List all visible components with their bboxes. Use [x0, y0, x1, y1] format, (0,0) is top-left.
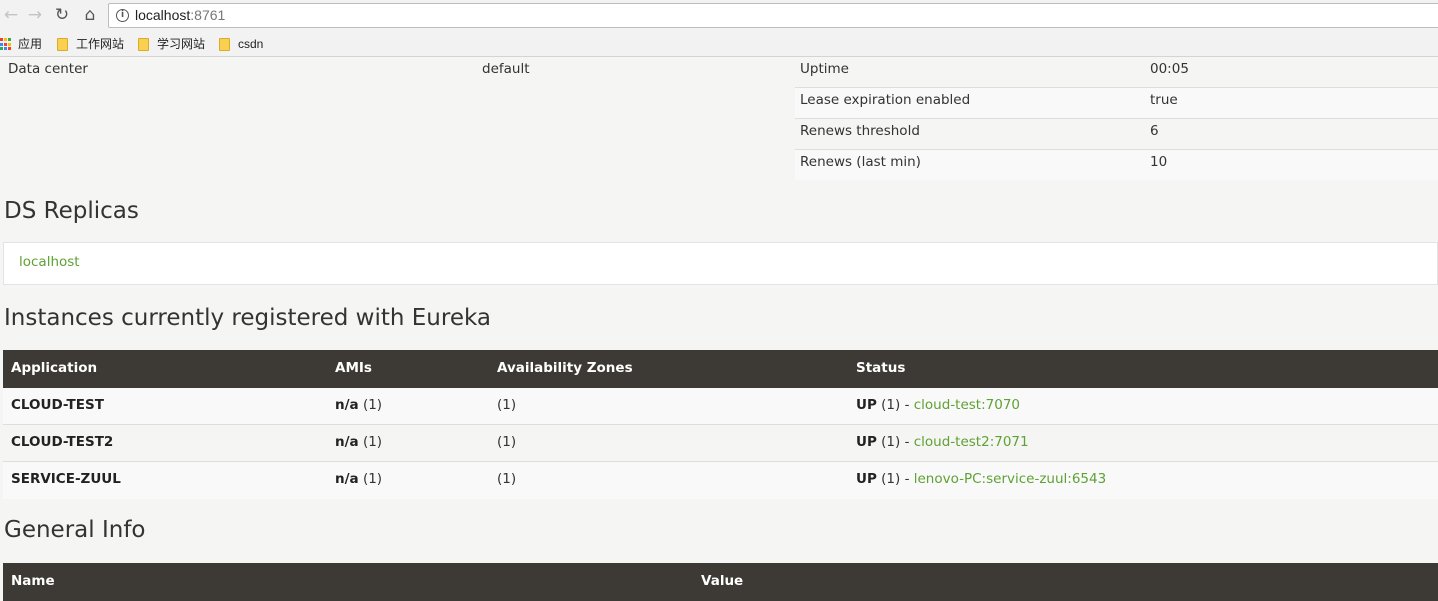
instances-table: Application AMIs Availability Zones Stat… — [3, 350, 1438, 499]
status-value: 00:05 — [1150, 61, 1189, 77]
status-row: Renews threshold 6 — [795, 119, 1438, 150]
ds-replicas-list: localhost — [3, 242, 1438, 285]
amis-cell: n/a (1) — [335, 397, 383, 413]
info-icon[interactable]: i — [116, 9, 129, 22]
bookmark-label: 学习网站 — [157, 37, 206, 51]
instance-link[interactable]: lenovo-PC:service-zuul:6543 — [914, 471, 1106, 487]
status-cell: UP (1) - cloud-test:7070 — [856, 397, 1021, 413]
status-row: Lease expiration enabled true — [795, 88, 1438, 119]
column-header-value: Value — [701, 573, 744, 589]
status-cell: UP (1) - cloud-test2:7071 — [856, 434, 1029, 450]
apps-grid-icon — [0, 38, 13, 51]
instance-link[interactable]: cloud-test2:7071 — [914, 434, 1029, 450]
instance-link[interactable]: cloud-test:7070 — [914, 397, 1020, 413]
eureka-dashboard: Data center default Uptime 00:05 Lease e… — [0, 57, 1438, 601]
home-icon[interactable]: ⌂ — [79, 4, 101, 26]
status-row: Uptime 00:05 — [795, 57, 1438, 88]
status-value: 6 — [1150, 123, 1159, 139]
status-key: Uptime — [800, 61, 849, 77]
bookmarks-bar: 应用 工作网站 学习网站 csdn — [0, 31, 1438, 57]
reload-icon[interactable]: ↻ — [51, 4, 73, 26]
table-header: Name Value — [3, 563, 1438, 601]
application-name: CLOUD-TEST2 — [11, 434, 114, 450]
table-row: SERVICE-ZUUL n/a (1) (1) UP (1) - lenovo… — [3, 462, 1438, 499]
table-row: CLOUD-TEST2 n/a (1) (1) UP (1) - cloud-t… — [3, 425, 1438, 462]
back-arrow-icon[interactable]: ← — [0, 4, 22, 26]
bookmark-label: csdn — [238, 37, 264, 51]
status-key: Data center — [8, 61, 88, 77]
column-header-application: Application — [11, 360, 98, 376]
status-value: true — [1150, 92, 1178, 108]
status-row-data-center: Data center default — [0, 57, 795, 87]
zones-cell: (1) — [497, 434, 517, 450]
application-name: CLOUD-TEST — [11, 397, 104, 413]
amis-cell: n/a (1) — [335, 434, 383, 450]
column-header-status: Status — [856, 360, 906, 376]
status-row: Renews (last min) 10 — [795, 150, 1438, 180]
status-key: Renews (last min) — [800, 154, 921, 170]
instances-heading: Instances currently registered with Eure… — [4, 305, 491, 331]
browser-toolbar: ← → ↻ ⌂ i localhost:8761 — [0, 0, 1438, 31]
column-header-zones: Availability Zones — [497, 360, 633, 376]
bookmark-label: 工作网站 — [76, 37, 125, 51]
ds-replicas-heading: DS Replicas — [4, 198, 139, 224]
amis-cell: n/a (1) — [335, 471, 383, 487]
address-bar[interactable]: i localhost:8761 — [108, 3, 1438, 28]
folder-icon — [219, 38, 230, 51]
status-value: default — [482, 61, 530, 77]
folder-icon — [138, 38, 149, 51]
table-row: CLOUD-TEST n/a (1) (1) UP (1) - cloud-te… — [3, 388, 1438, 425]
zones-cell: (1) — [497, 471, 517, 487]
status-key: Lease expiration enabled — [800, 92, 971, 108]
column-header-name: Name — [11, 573, 55, 589]
folder-icon — [57, 38, 68, 51]
bookmark-label: 应用 — [18, 37, 43, 51]
status-table-right: Uptime 00:05 Lease expiration enabled tr… — [795, 57, 1438, 180]
status-cell: UP (1) - lenovo-PC:service-zuul:6543 — [856, 471, 1107, 487]
status-value: 10 — [1150, 154, 1168, 170]
table-header: Application AMIs Availability Zones Stat… — [3, 350, 1438, 388]
general-info-table: Name Value — [3, 563, 1438, 601]
application-name: SERVICE-ZUUL — [11, 471, 121, 487]
status-key: Renews threshold — [800, 123, 920, 139]
table-body: CLOUD-TEST n/a (1) (1) UP (1) - cloud-te… — [3, 388, 1438, 499]
column-header-amis: AMIs — [335, 360, 372, 376]
general-info-heading: General Info — [4, 517, 146, 543]
url-text: localhost:8761 — [135, 7, 226, 23]
forward-arrow-icon[interactable]: → — [24, 4, 46, 26]
zones-cell: (1) — [497, 397, 517, 413]
replica-link[interactable]: localhost — [19, 254, 80, 270]
